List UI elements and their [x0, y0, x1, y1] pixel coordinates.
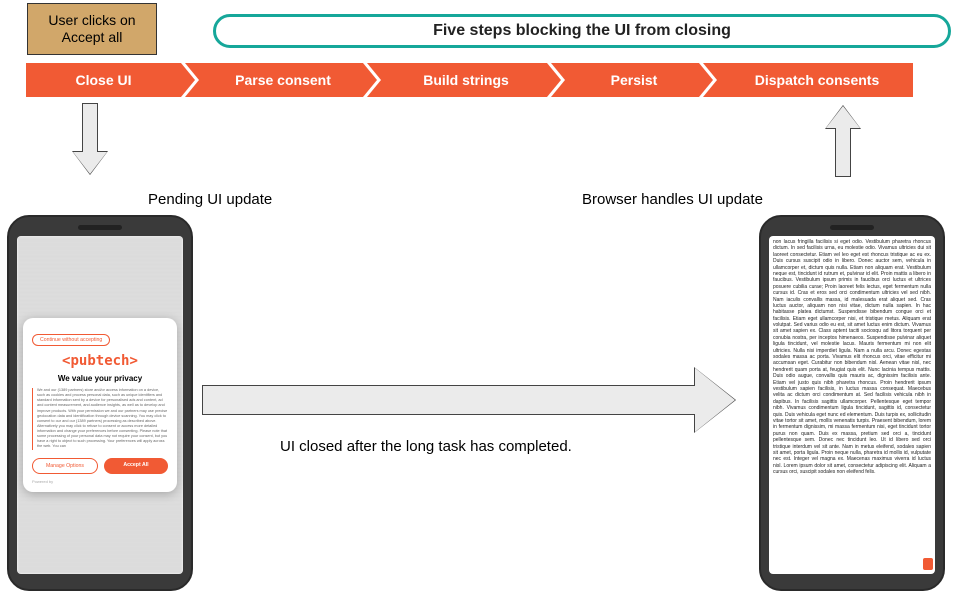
step-label: Build strings [423, 72, 509, 88]
manage-options-button[interactable]: Manage Options [32, 458, 98, 474]
ui-closed-label: UI closed after the long task has comple… [280, 438, 572, 455]
privacy-title: We value your privacy [32, 374, 168, 383]
phone-screen: non lacus fringilla facilisis si eget od… [769, 236, 935, 574]
step-label: Persist [611, 72, 658, 88]
logo-bracket-right: > [130, 353, 138, 369]
pubtech-logo: <pubtech> [32, 353, 168, 369]
step-parse-consent: Parse consent [185, 63, 363, 97]
step-close-ui: Close UI [26, 63, 181, 97]
powered-by: Powered by [32, 479, 168, 484]
phone-after: non lacus fringilla facilisis si eget od… [759, 215, 945, 591]
step-persist: Persist [551, 63, 699, 97]
article-text: non lacus fringilla facilisis si eget od… [769, 236, 935, 574]
phone-speaker [78, 225, 122, 230]
step-label: Close UI [75, 72, 131, 88]
arrow-down-icon [73, 103, 107, 177]
user-clicks-text: User clicks on Accept all [34, 12, 150, 47]
browser-handles-label: Browser handles UI update [582, 191, 763, 208]
phone-speaker [830, 225, 874, 230]
step-label: Dispatch consents [755, 72, 879, 88]
step-dispatch-consents: Dispatch consents [703, 63, 913, 97]
phone-before: Continue without accepting <pubtech> We … [7, 215, 193, 591]
continue-without-button[interactable]: Continue without accepting [32, 334, 110, 346]
button-row: Manage Options Accept All [32, 458, 168, 474]
step-label: Parse consent [235, 72, 331, 88]
accept-all-button[interactable]: Accept All [104, 458, 168, 474]
arrow-right-icon [202, 368, 738, 432]
steps-row: Close UI Parse consent Build strings Per… [26, 63, 917, 97]
phone-screen: Continue without accepting <pubtech> We … [17, 236, 183, 574]
scroll-indicator-icon [923, 558, 933, 570]
consent-dialog: Continue without accepting <pubtech> We … [23, 318, 177, 492]
five-steps-text: Five steps blocking the UI from closing [433, 22, 731, 40]
pending-update-label: Pending UI update [148, 191, 272, 208]
user-clicks-box: User clicks on Accept all [27, 3, 157, 55]
five-steps-banner: Five steps blocking the UI from closing [213, 14, 951, 48]
step-build-strings: Build strings [367, 63, 547, 97]
arrow-up-icon [826, 103, 860, 177]
logo-text: pubtech [70, 353, 129, 369]
privacy-body: We and our (1389 partners) store and/or … [32, 388, 168, 450]
